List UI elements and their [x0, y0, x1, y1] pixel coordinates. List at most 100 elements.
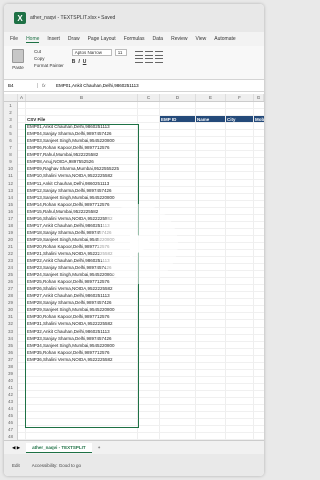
cell-a[interactable]: [18, 242, 26, 250]
cell-f[interactable]: [226, 341, 254, 349]
row-number[interactable]: 38: [4, 362, 18, 370]
row-number[interactable]: 5: [4, 130, 18, 138]
cell-g[interactable]: [254, 229, 264, 236]
cell-a[interactable]: [18, 376, 26, 384]
cell-f[interactable]: [226, 278, 254, 286]
row-number[interactable]: 45: [4, 412, 18, 420]
cell-b[interactable]: EMP13,Sanjeet Singh,Mumbai,9545220800: [26, 193, 138, 201]
cell-a[interactable]: [18, 278, 26, 286]
cell-b[interactable]: EMP04,Sanjay Sharma,Delhi,9897457426: [26, 130, 138, 138]
row-number[interactable]: 39: [4, 369, 18, 377]
cell-b[interactable]: EMP12,Sanjay Sharma,Delhi,9897457426: [26, 186, 138, 194]
col-header-f[interactable]: F: [226, 94, 254, 101]
cell-e[interactable]: [196, 285, 226, 293]
cell-a[interactable]: [18, 341, 26, 349]
accessibility-status[interactable]: Accessibility: Good to go: [32, 463, 81, 468]
menu-tab-page-layout[interactable]: Page Layout: [88, 36, 116, 42]
cell-g[interactable]: Mob: [254, 116, 264, 124]
row-number[interactable]: 9: [4, 158, 18, 166]
cell-f[interactable]: [226, 172, 254, 180]
cell-e[interactable]: [196, 355, 226, 363]
menu-tab-review[interactable]: Review: [171, 36, 187, 42]
cell-g[interactable]: [254, 109, 264, 117]
cell-f[interactable]: [226, 355, 254, 363]
cell-b[interactable]: [26, 102, 138, 110]
cell-f[interactable]: [226, 179, 254, 187]
cell-b[interactable]: [26, 412, 138, 420]
font-size-select[interactable]: 11: [114, 49, 127, 56]
cell-e[interactable]: [196, 249, 226, 258]
cell-f[interactable]: [226, 397, 254, 406]
cell-c[interactable]: [138, 292, 160, 300]
cell-e[interactable]: [196, 228, 226, 236]
cell-b[interactable]: EMP08,Anuj,NOIDA,9897552526: [26, 158, 138, 166]
cut-button[interactable]: Cut: [34, 49, 64, 54]
cell-g[interactable]: [254, 102, 264, 110]
cell-f[interactable]: [226, 405, 254, 413]
cell-c[interactable]: [138, 419, 160, 427]
cell-e[interactable]: [196, 271, 226, 279]
row-number[interactable]: 4: [4, 123, 18, 131]
cell-d[interactable]: [160, 369, 196, 377]
cell-e[interactable]: [196, 306, 226, 314]
row-number[interactable]: 8: [4, 151, 18, 159]
cell-a[interactable]: [18, 299, 26, 307]
cell-e[interactable]: [196, 109, 226, 117]
cell-d[interactable]: [160, 405, 196, 413]
row-number[interactable]: 43: [4, 397, 18, 406]
row-number[interactable]: 30: [4, 306, 18, 314]
cell-e[interactable]: [196, 221, 226, 229]
cell-g[interactable]: [254, 278, 264, 286]
row-number[interactable]: 6: [4, 137, 18, 145]
cell-b[interactable]: [26, 397, 138, 406]
cell-b[interactable]: [26, 369, 138, 377]
cell-e[interactable]: [196, 433, 226, 440]
cell-b[interactable]: EMP31,Shalini Verma,NOIDA,9522225582: [26, 320, 138, 328]
cell-a[interactable]: [18, 320, 26, 328]
cell-a[interactable]: [18, 130, 26, 138]
name-box[interactable]: B4: [8, 83, 38, 88]
bold-button[interactable]: B: [72, 59, 76, 65]
cell-f[interactable]: [226, 419, 254, 427]
cell-e[interactable]: [196, 207, 226, 215]
cell-b[interactable]: [26, 419, 138, 427]
cell-e[interactable]: [196, 200, 226, 208]
cell-b[interactable]: [26, 376, 138, 384]
cell-a[interactable]: [18, 116, 26, 124]
copy-button[interactable]: Copy: [34, 56, 64, 61]
cell-a[interactable]: [18, 426, 26, 434]
cell-a[interactable]: [18, 257, 26, 265]
cell-c[interactable]: [138, 306, 160, 314]
cell-a[interactable]: [18, 144, 26, 152]
cell-c[interactable]: [138, 116, 160, 124]
cell-g[interactable]: [254, 370, 264, 377]
cell-a[interactable]: [18, 412, 26, 420]
format-painter-button[interactable]: Format Painter: [34, 63, 64, 68]
cell-f[interactable]: [226, 320, 254, 328]
cell-f[interactable]: [226, 292, 254, 300]
menu-tab-file[interactable]: File: [10, 36, 18, 42]
row-number[interactable]: 26: [4, 278, 18, 286]
cell-e[interactable]: [196, 264, 226, 272]
cell-b[interactable]: [26, 405, 138, 413]
cell-f[interactable]: [226, 123, 254, 131]
row-number[interactable]: 17: [4, 214, 18, 222]
alignment-icons-2[interactable]: [134, 58, 163, 63]
cell-g[interactable]: [254, 433, 264, 440]
cell-g[interactable]: [254, 257, 264, 265]
row-number[interactable]: 20: [4, 235, 18, 243]
cell-f[interactable]: [226, 165, 254, 173]
cell-c[interactable]: [138, 327, 160, 335]
row-number[interactable]: 35: [4, 341, 18, 349]
row-number[interactable]: 33: [4, 327, 18, 335]
cell-a[interactable]: [18, 214, 26, 222]
row-number[interactable]: 19: [4, 228, 18, 236]
cell-e[interactable]: [196, 214, 226, 222]
cell-a[interactable]: [18, 419, 26, 427]
cell-e[interactable]: [196, 172, 226, 180]
cell-f[interactable]: [226, 200, 254, 208]
cell-f[interactable]: [226, 242, 254, 250]
cell-d[interactable]: [160, 433, 196, 440]
row-number[interactable]: 16: [4, 207, 18, 215]
row-number[interactable]: 22: [4, 249, 18, 258]
